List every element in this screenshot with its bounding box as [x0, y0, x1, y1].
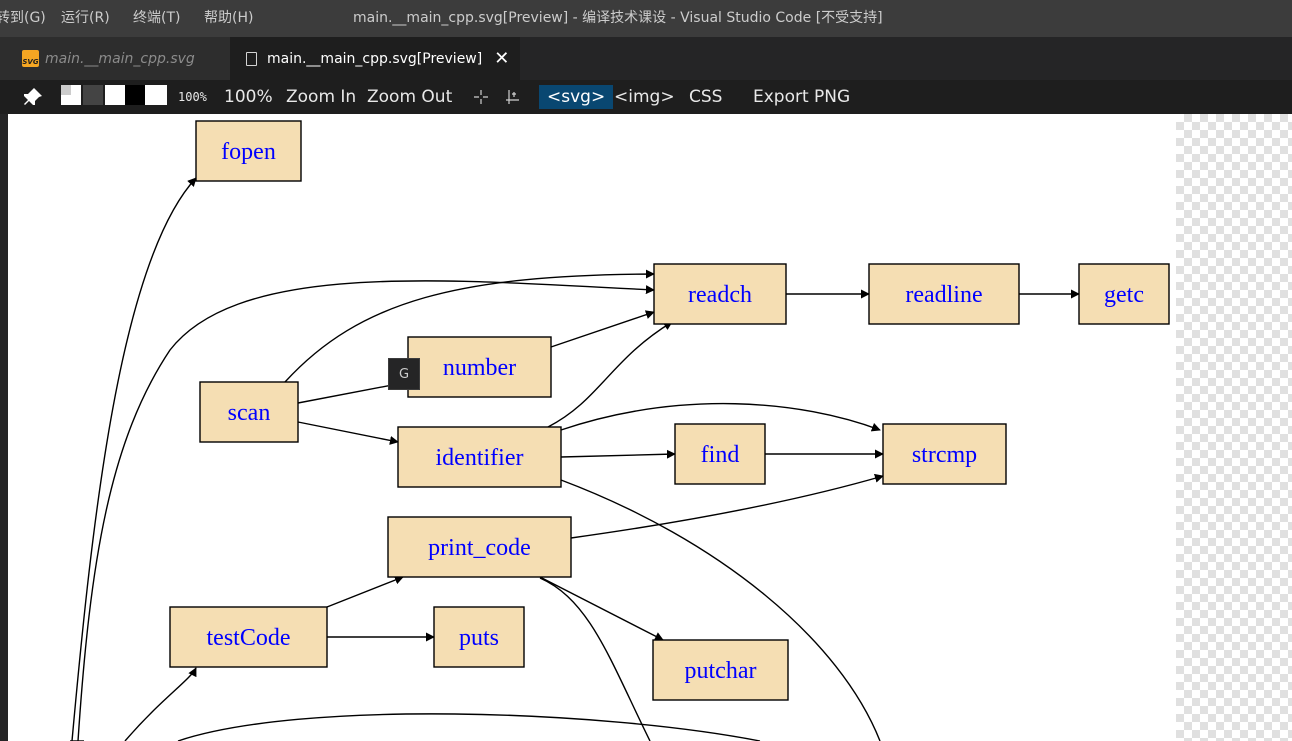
graph-edge-extra	[539, 577, 651, 741]
graph-node-print_code[interactable]: print_code	[387, 516, 572, 578]
graph-nodes: fopen readch readline getc number scan identif…	[169, 120, 1170, 701]
graph-edge-testCode-print_code	[326, 575, 404, 608]
graph-node-getc[interactable]: getc	[1078, 263, 1170, 325]
graph-node-strcmp[interactable]: strcmp	[882, 423, 1007, 485]
graph-edge-print_code-putchar	[539, 576, 664, 641]
graph-node-fopen[interactable]: fopen	[195, 120, 302, 182]
graph-node-label: testCode	[207, 625, 291, 651]
graph-edge-extra	[560, 479, 881, 741]
graph-node-label: identifier	[436, 445, 524, 471]
graph-edge-extra	[177, 713, 761, 741]
graph-node-testCode[interactable]: testCode	[169, 606, 328, 668]
graph-node-label: getc	[1104, 282, 1144, 308]
graph-edge-print_code-strcmp	[570, 473, 884, 539]
graph-node-puts[interactable]: puts	[433, 606, 525, 668]
graph-node-scan[interactable]: scan	[199, 381, 299, 443]
graph-edge-identifier-readch	[547, 321, 673, 428]
graph-node-label: print_code	[428, 535, 531, 561]
graph-node-label: number	[443, 355, 516, 381]
graph-node-label: strcmp	[912, 442, 977, 468]
graph-node-find[interactable]: find	[674, 423, 766, 485]
graph-node-label: scan	[228, 400, 271, 426]
tooltip-badge: G	[388, 358, 420, 390]
graph-edge-identifier-find	[560, 449, 676, 459]
graph-node-putchar[interactable]: putchar	[652, 639, 789, 701]
graph-node-readch[interactable]: readch	[653, 263, 787, 325]
graph-node-label: putchar	[685, 658, 757, 684]
graph-node-label: fopen	[221, 139, 276, 165]
graph-node-label: find	[701, 442, 740, 468]
graph-edge-extra	[77, 280, 655, 741]
graph-node-readline[interactable]: readline	[868, 263, 1020, 325]
graph-edge-extra	[124, 667, 197, 741]
graph-edge-scan-identifier	[297, 421, 399, 445]
graph-node-label: puts	[459, 625, 499, 651]
call-graph: fopen readch readline getc number scan identif…	[70, 120, 1170, 741]
graph-edge-number-readch	[550, 310, 655, 348]
graph-node-label: readline	[905, 282, 982, 308]
transparency-checkerboard	[1176, 114, 1292, 741]
graph-node-identifier[interactable]: identifier	[397, 426, 562, 488]
graph-node-number[interactable]: number	[407, 336, 552, 398]
graph-node-label: readch	[688, 282, 752, 308]
